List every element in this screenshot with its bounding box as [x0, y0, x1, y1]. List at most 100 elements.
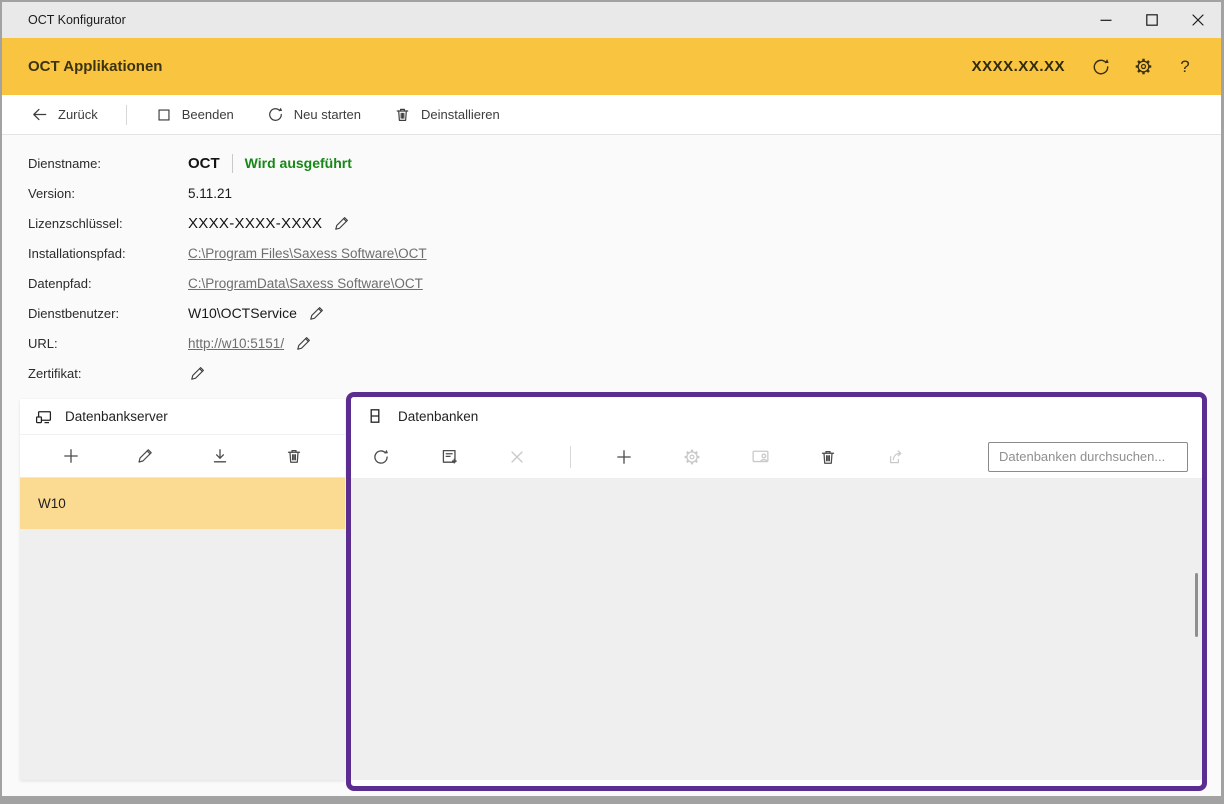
new-from-template-button[interactable] — [434, 442, 464, 472]
add-server-button[interactable] — [56, 441, 86, 471]
data-path-link[interactable]: C:\ProgramData\Saxess Software\OCT — [188, 276, 423, 291]
back-arrow-icon — [30, 105, 49, 124]
share-icon — [886, 447, 906, 467]
add-database-button[interactable] — [609, 442, 639, 472]
service-details: Dienstname: OCT Wird ausgeführt Version:… — [28, 148, 427, 388]
server-list-item-w10[interactable]: W10 — [20, 478, 345, 529]
install-path-link[interactable]: C:\Program Files\Saxess Software\OCT — [188, 246, 427, 261]
delete-database-button[interactable] — [813, 442, 843, 472]
pencil-icon — [188, 364, 207, 383]
database-server-panel-title: Datenbankserver — [65, 409, 168, 424]
field-label: Zertifikat: — [28, 366, 188, 381]
field-row-dienstname: Dienstname: OCT Wird ausgeführt — [28, 148, 427, 178]
edit-license-button[interactable] — [332, 214, 351, 233]
databases-panel-header: Datenbanken — [351, 397, 1202, 435]
maximize-icon — [1142, 10, 1162, 30]
plus-icon — [614, 447, 634, 467]
service-name-value: OCT — [188, 155, 220, 172]
database-search-input[interactable] — [988, 442, 1188, 472]
database-server-list: W10 — [20, 478, 345, 780]
import-server-button[interactable] — [205, 441, 235, 471]
service-user-value: W10\OCTService — [188, 305, 297, 321]
plus-icon — [61, 446, 81, 466]
license-key-value: XXXX-XXXX-XXXX — [188, 215, 322, 232]
service-url-link[interactable]: http://w10:5151/ — [188, 336, 284, 351]
close-button[interactable] — [1175, 2, 1221, 38]
field-label: Installationspfad: — [28, 246, 188, 261]
stop-service-button[interactable]: Beenden — [155, 106, 234, 124]
scrollbar-thumb[interactable] — [1195, 573, 1198, 637]
stop-label: Beenden — [182, 107, 234, 122]
trash-icon — [818, 447, 838, 467]
refresh-icon — [371, 447, 391, 467]
back-label: Zurück — [58, 107, 98, 122]
version-value: 5.11.21 — [188, 186, 232, 201]
x-icon — [507, 447, 527, 467]
databases-toolbar — [351, 435, 1202, 479]
window-frame: OCT Konfigurator OCT Applikationen XXXX.… — [0, 0, 1224, 804]
window-controls — [1083, 2, 1221, 38]
pencil-icon — [135, 446, 155, 466]
database-server-toolbar — [20, 435, 345, 478]
pencil-icon — [307, 304, 326, 323]
edit-service-user-button[interactable] — [307, 304, 326, 323]
edit-url-button[interactable] — [294, 334, 313, 353]
databases-list-area — [351, 479, 1202, 780]
field-row-zertifikat: Zertifikat: — [28, 358, 427, 388]
field-row-url: URL: http://w10:5151/ — [28, 328, 427, 358]
cancel-action-button[interactable] — [502, 442, 532, 472]
pencil-icon — [332, 214, 351, 233]
user-preview-icon — [750, 446, 771, 467]
app-header-actions: XXXX.XX.XX ? — [972, 53, 1199, 81]
stop-icon — [155, 106, 173, 124]
preview-user-button[interactable] — [745, 442, 775, 472]
edit-server-button[interactable] — [130, 441, 160, 471]
refresh-icon — [1090, 56, 1112, 78]
trash-icon — [393, 105, 412, 124]
close-icon — [1188, 10, 1208, 30]
help-button[interactable]: ? — [1171, 53, 1199, 81]
minimize-icon — [1096, 10, 1116, 30]
refresh-button[interactable] — [1087, 53, 1115, 81]
delete-server-button[interactable] — [279, 441, 309, 471]
uninstall-button[interactable]: Deinstallieren — [393, 105, 500, 124]
back-button[interactable]: Zurück — [30, 105, 98, 124]
field-label: Dienstname: — [28, 156, 188, 171]
toolbar-divider — [570, 446, 571, 468]
field-row-installationspfad: Installationspfad: C:\Program Files\Saxe… — [28, 238, 427, 268]
devices-icon — [34, 407, 54, 427]
command-bar-divider — [126, 105, 127, 125]
restart-service-button[interactable]: Neu starten — [266, 105, 361, 124]
status-divider — [232, 154, 233, 173]
title-bar: OCT Konfigurator — [2, 2, 1221, 38]
database-icon — [365, 406, 385, 426]
settings-button[interactable] — [1129, 53, 1157, 81]
share-database-button[interactable] — [881, 442, 911, 472]
refresh-databases-button[interactable] — [366, 442, 396, 472]
question-mark-icon: ? — [1180, 57, 1189, 77]
download-icon — [210, 446, 230, 466]
database-settings-button[interactable] — [677, 442, 707, 472]
field-row-lizenzschluessel: Lizenzschlüssel: XXXX-XXXX-XXXX — [28, 208, 427, 238]
gear-icon — [1133, 56, 1154, 77]
trash-icon — [284, 446, 304, 466]
field-label: Lizenzschlüssel: — [28, 216, 188, 231]
maximize-button[interactable] — [1129, 2, 1175, 38]
app-header: OCT Applikationen XXXX.XX.XX ? — [2, 38, 1221, 95]
restart-icon — [266, 105, 285, 124]
gear-icon — [682, 447, 702, 467]
main-content: Dienstname: OCT Wird ausgeführt Version:… — [2, 135, 1221, 796]
page-title: OCT Applikationen — [28, 58, 162, 75]
field-label: Dienstbenutzer: — [28, 306, 188, 321]
uninstall-label: Deinstallieren — [421, 107, 500, 122]
field-row-datenpfad: Datenpfad: C:\ProgramData\Saxess Softwar… — [28, 268, 427, 298]
field-row-version: Version: 5.11.21 — [28, 178, 427, 208]
edit-certificate-button[interactable] — [188, 364, 207, 383]
field-label: URL: — [28, 336, 188, 351]
minimize-button[interactable] — [1083, 2, 1129, 38]
field-row-dienstbenutzer: Dienstbenutzer: W10\OCTService — [28, 298, 427, 328]
window-title: OCT Konfigurator — [28, 13, 126, 27]
field-label: Version: — [28, 186, 188, 201]
restart-label: Neu starten — [294, 107, 361, 122]
server-name: W10 — [38, 496, 66, 511]
